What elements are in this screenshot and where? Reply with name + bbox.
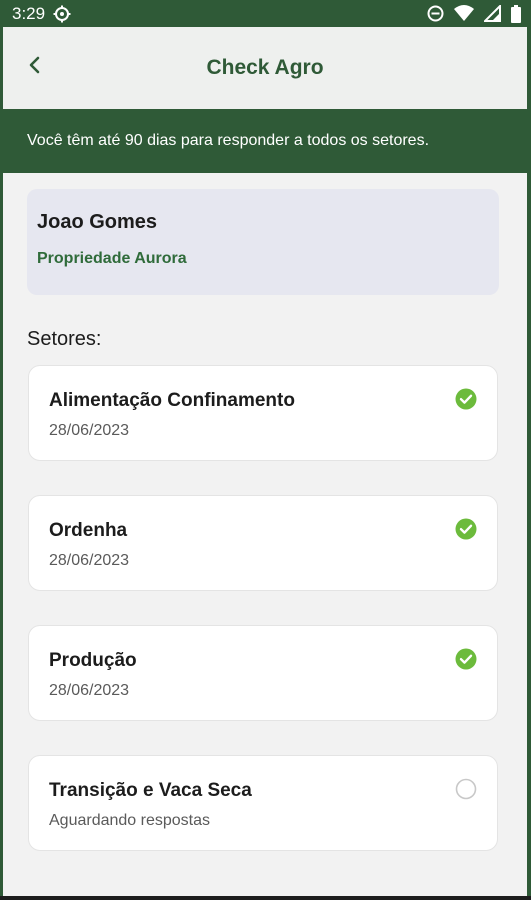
wifi-icon (454, 5, 474, 22)
status-time: 3:29 (12, 3, 46, 23)
frame-edge-right (527, 0, 531, 900)
chevron-left-icon (28, 56, 42, 79)
profile-name: Joao Gomes (37, 211, 158, 233)
sector-card-ordenha[interactable]: Ordenha 28/06/2023 (28, 495, 498, 591)
do-not-disturb-icon (427, 5, 444, 22)
profile-property: Propriedade Aurora (37, 250, 187, 267)
sector-date: 28/06/2023 (49, 422, 130, 439)
deadline-banner: Você têm até 90 dias para responder a to… (3, 109, 527, 173)
check-circle-icon (455, 648, 477, 670)
app-bar: Check Agro (3, 27, 527, 109)
sector-card-transicao-vaca-seca[interactable]: Transição e Vaca Seca Aguardando respost… (28, 755, 498, 851)
profile-card: Joao Gomes Propriedade Aurora (27, 189, 499, 295)
page-title: Check Agro (206, 56, 324, 79)
sector-title: Alimentação Confinamento (49, 390, 295, 411)
sector-date: 28/06/2023 (49, 682, 130, 699)
sector-title: Transição e Vaca Seca (49, 780, 252, 801)
battery-icon (511, 4, 521, 23)
sectors-heading: Setores: (27, 328, 102, 350)
check-circle-icon (455, 388, 477, 410)
empty-circle-icon (455, 778, 477, 800)
sector-title: Ordenha (49, 520, 128, 541)
sector-status-text: Aguardando respostas (49, 812, 210, 829)
signal-icon (484, 5, 501, 22)
check-circle-icon (455, 518, 477, 540)
sector-title: Produção (49, 650, 137, 671)
sector-date: 28/06/2023 (49, 552, 130, 569)
status-bar: 3:29 (0, 0, 531, 27)
frame-edge-bottom (0, 896, 531, 900)
sector-card-alimentacao-confinamento[interactable]: Alimentação Confinamento 28/06/2023 (28, 365, 498, 461)
gps-icon (53, 5, 71, 23)
back-button[interactable] (23, 55, 47, 79)
sector-card-producao[interactable]: Produção 28/06/2023 (28, 625, 498, 721)
